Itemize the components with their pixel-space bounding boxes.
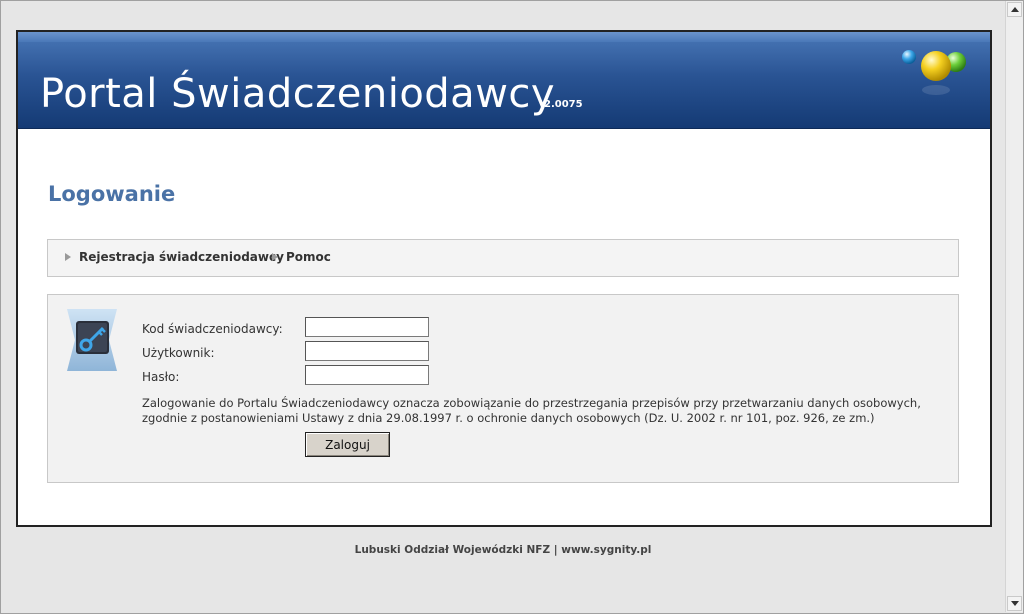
nav-link-label: Rejestracja świadczeniodawcy: [79, 250, 284, 264]
header-banner: Portal Świadczeniodawcy 2.0075: [18, 32, 990, 129]
nav-link-help[interactable]: Pomoc: [272, 250, 331, 264]
portal-page: Portal Świadczeniodawcy 2.0075 Logowanie…: [16, 30, 992, 527]
triangle-right-icon: [65, 253, 71, 261]
vertical-scrollbar[interactable]: [1005, 1, 1023, 612]
colored-balls-logo-icon: [902, 50, 966, 95]
footer-separator: |: [550, 544, 562, 556]
username-input[interactable]: [305, 341, 429, 361]
triangle-right-icon: [272, 253, 278, 261]
password-label: Hasło:: [142, 370, 180, 384]
navigation-bar: Rejestracja świadczeniodawcy Pomoc: [47, 239, 959, 277]
nav-link-registration[interactable]: Rejestracja świadczeniodawcy: [65, 250, 284, 264]
footer-organization: Lubuski Oddział Wojewódzki NFZ: [354, 544, 551, 556]
nav-link-label: Pomoc: [286, 250, 331, 264]
version-label: 2.0075: [544, 99, 583, 110]
data-protection-notice: Zalogowanie do Portalu Świadczeniodawcy …: [142, 396, 921, 425]
banner-highlight: [18, 32, 990, 42]
provider-code-label: Kod świadczeniodawcy:: [142, 322, 283, 336]
portal-title: Portal Świadczeniodawcy: [40, 71, 556, 117]
footer: Lubuski Oddział Wojewódzki NFZ | www.syg…: [0, 544, 1006, 556]
arrow-up-icon: [1011, 7, 1019, 12]
provider-code-input[interactable]: [305, 317, 429, 337]
password-input[interactable]: [305, 365, 429, 385]
key-icon: [67, 309, 117, 371]
scroll-up-button[interactable]: [1007, 2, 1022, 17]
scroll-down-button[interactable]: [1007, 596, 1022, 611]
page-heading: Logowanie: [48, 182, 176, 206]
username-label: Użytkownik:: [142, 346, 215, 360]
footer-link-sygnity[interactable]: www.sygnity.pl: [561, 544, 651, 556]
arrow-down-icon: [1011, 601, 1019, 606]
login-button[interactable]: Zaloguj: [305, 432, 390, 457]
login-panel: Kod świadczeniodawcy: Użytkownik: Hasło:…: [47, 294, 959, 483]
